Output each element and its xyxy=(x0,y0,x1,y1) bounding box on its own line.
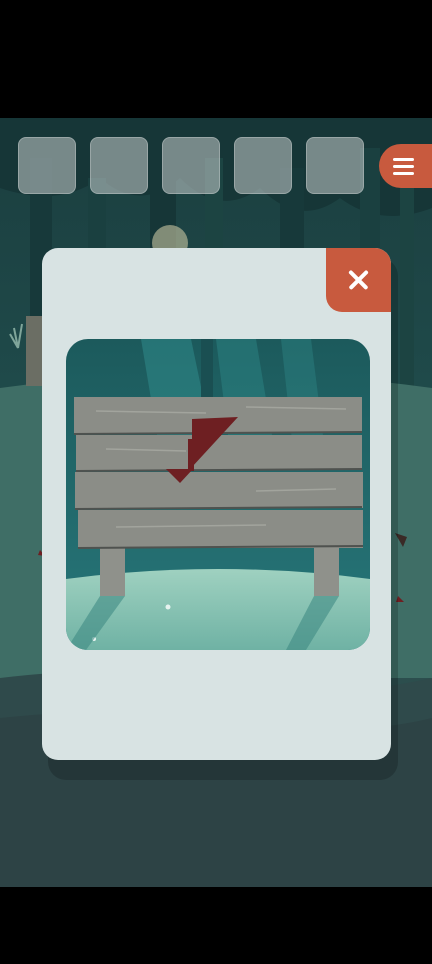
inventory-slot-1[interactable] xyxy=(18,137,76,194)
zoom-view-sign[interactable] xyxy=(66,339,370,650)
inventory-slot-3[interactable] xyxy=(162,137,220,194)
top-letterbox xyxy=(0,0,432,118)
inventory-slot-2[interactable] xyxy=(90,137,148,194)
inventory-slot-5[interactable] xyxy=(306,137,364,194)
menu-button[interactable] xyxy=(379,144,432,188)
inventory-slot-4[interactable] xyxy=(234,137,292,194)
close-button[interactable] xyxy=(326,248,391,312)
bottom-letterbox xyxy=(0,887,432,964)
